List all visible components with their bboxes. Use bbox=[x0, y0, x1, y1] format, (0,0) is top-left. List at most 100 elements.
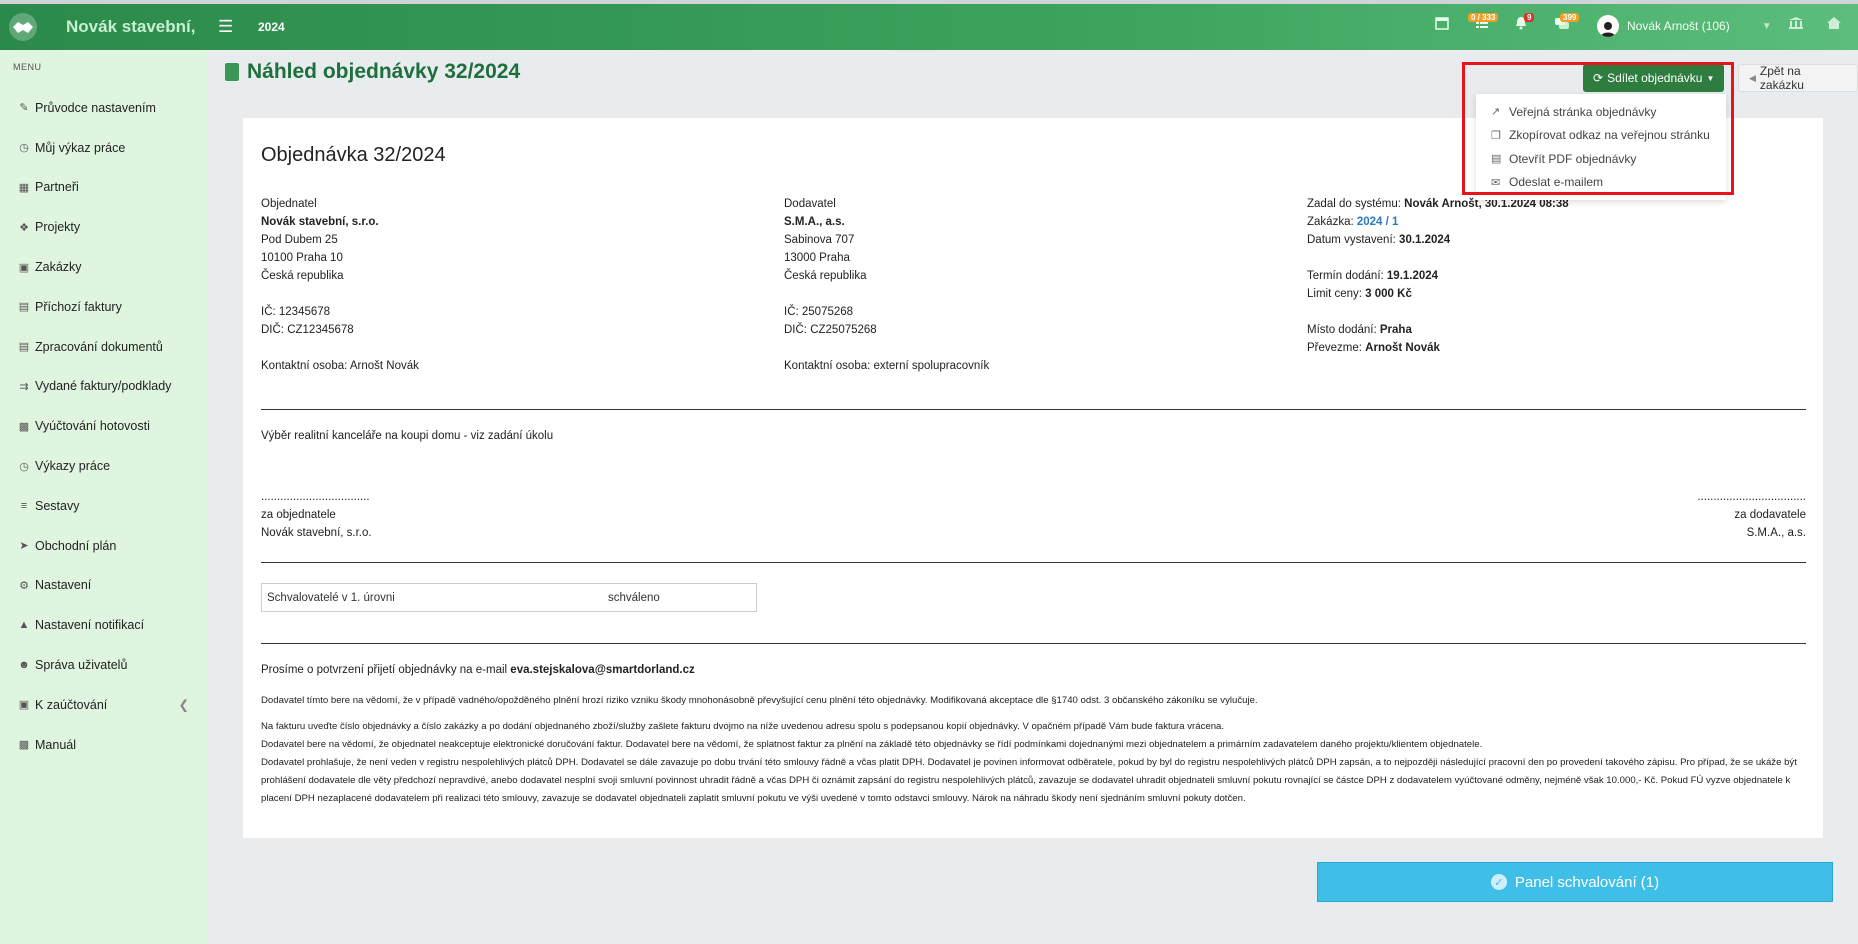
sidebar-item-label: Správa uživatelů bbox=[35, 658, 128, 673]
job-link[interactable]: 2024 / 1 bbox=[1357, 216, 1399, 228]
signature-line: .................................. bbox=[1697, 491, 1806, 503]
signature-name: Novák stavební, s.r.o. bbox=[261, 527, 372, 539]
legal-paragraph: Dodavatel bere na vědomí, že objednatel … bbox=[261, 739, 1483, 750]
sidebar-item-label: Vyúčtování hotovosti bbox=[35, 419, 150, 434]
dropdown-item-send-email[interactable]: ✉ Odeslat e-mailem bbox=[1476, 171, 1726, 195]
sidebar-item-settings[interactable]: ⚙ Nastavení bbox=[0, 566, 207, 606]
sidebar-item-label: Projekty bbox=[35, 220, 81, 235]
cubes-icon: ❖ bbox=[19, 221, 29, 234]
order-description: Výběr realitní kanceláře na koupi domu -… bbox=[261, 430, 554, 442]
dropdown-item-open-pdf[interactable]: ▤ Otevřít PDF objednávky bbox=[1476, 147, 1726, 171]
dropdown-item-label: Veřejná stránka objednávky bbox=[1509, 104, 1657, 119]
tasks-badge: 0 / 333 bbox=[1468, 13, 1499, 22]
supplier-city: 13000 Praha bbox=[784, 252, 850, 264]
dropdown-item-label: Zkopírovat odkaz na veřejnou stránku bbox=[1509, 128, 1710, 143]
confirm-text: Prosíme o potvrzení přijetí objednávky n… bbox=[261, 664, 511, 676]
approval-status: schváleno bbox=[608, 591, 660, 604]
messages-badge: 399 bbox=[1560, 13, 1580, 22]
caret-down-icon: ▼ bbox=[1706, 73, 1715, 83]
pencil-icon: ✎ bbox=[19, 102, 29, 115]
buyer-block: Objednatel Novák stavební, s.r.o. Pod Du… bbox=[261, 195, 419, 375]
job-label: Zakázka: bbox=[1307, 216, 1357, 228]
approval-level-label: Schvalovatelé v 1. úrovni bbox=[267, 591, 395, 604]
sidebar-item-reports[interactable]: ≡ Sestavy bbox=[0, 486, 207, 526]
supplier-street: Sabinova 707 bbox=[784, 234, 855, 246]
sidebar-item-cash-settlement[interactable]: ▩ Vyúčtování hotovosti bbox=[0, 406, 207, 446]
delivery-place: Místo dodání: Praha bbox=[1307, 321, 1569, 339]
document-icon bbox=[225, 63, 239, 81]
home-icon[interactable] bbox=[1826, 16, 1848, 38]
page-heading: Náhled objednávky 32/2024 bbox=[247, 60, 521, 83]
clock-icon: ◷ bbox=[19, 142, 29, 155]
check-circle-icon: ✓ bbox=[1490, 874, 1507, 890]
legal-terms: Dodavatel tímto bere na vědomí, že v pří… bbox=[261, 692, 1806, 808]
sidebar-item-projects[interactable]: ❖ Projekty bbox=[0, 207, 207, 247]
notifications-badge: 9 bbox=[1524, 13, 1535, 22]
bell-icon: ▲ bbox=[18, 619, 30, 632]
buyer-signature: .................................. za ob… bbox=[261, 488, 372, 542]
bank-icon[interactable] bbox=[1788, 16, 1810, 38]
envelope-icon: ✉ bbox=[1491, 176, 1501, 189]
sidebar-item-label: Zpracování dokumentů bbox=[35, 339, 163, 354]
calendar-icon[interactable] bbox=[1435, 16, 1457, 38]
sidebar-item-setup-wizard[interactable]: ✎ Průvodce nastavením bbox=[0, 88, 207, 128]
chart-icon: ≡ bbox=[20, 499, 28, 512]
supplier-country: Česká republika bbox=[784, 270, 867, 282]
buyer-street: Pod Dubem 25 bbox=[261, 234, 338, 246]
sidebar-item-label: Zakázky bbox=[35, 260, 82, 275]
dropdown-item-public-page[interactable]: ↗ Veřejná stránka objednávky bbox=[1476, 100, 1726, 124]
top-navbar: Novák stavební, ☰ 2024 0 / 333 9 399 Nov… bbox=[0, 4, 1858, 50]
sidebar-nav: ✎ Průvodce nastavením ◷ Můj výkaz práce ▦ P… bbox=[0, 88, 207, 765]
box-icon: ▣ bbox=[18, 261, 30, 274]
building-icon: ▦ bbox=[18, 181, 30, 194]
avatar bbox=[1597, 15, 1619, 37]
back-to-job-button[interactable]: ◀ Zpět na zakázku bbox=[1738, 64, 1858, 92]
price-label: Limit ceny: bbox=[1307, 288, 1366, 300]
sidebar-item-user-management[interactable]: ☻ Správa uživatelů bbox=[0, 645, 207, 685]
buyer-dic: DIČ: CZ12345678 bbox=[261, 324, 354, 336]
sidebar-item-document-processing[interactable]: ▤ Zpracování dokumentů bbox=[0, 327, 207, 367]
sidebar-item-incoming-invoices[interactable]: ▤ Příchozí faktury bbox=[0, 287, 207, 327]
folder-icon: ▣ bbox=[18, 699, 30, 712]
back-to-job-label: Zpět na zakázku bbox=[1759, 64, 1804, 92]
sidebar-item-my-timesheet[interactable]: ◷ Můj výkaz práce bbox=[0, 128, 207, 168]
entered-label: Zadal do systému: bbox=[1307, 198, 1405, 210]
sidebar-item-business-plan[interactable]: ➤ Obchodní plán bbox=[0, 526, 207, 566]
file-icon: ▤ bbox=[18, 301, 30, 314]
signature-label: za dodavatele bbox=[1734, 509, 1806, 521]
gears-icon: ⚙ bbox=[19, 579, 29, 592]
sidebar-item-to-accounting[interactable]: ▣ K zaúčtování ❮ bbox=[0, 685, 207, 725]
sidebar-item-jobs[interactable]: ▣ Zakázky bbox=[0, 247, 207, 287]
price-limit: Limit ceny: 3 000 Kč bbox=[1307, 285, 1569, 303]
supplier-signature: .................................. za do… bbox=[1697, 488, 1806, 542]
share-order-button[interactable]: ⟳ Sdílet objednávku ▼ bbox=[1583, 64, 1725, 92]
approval-panel-label: Panel schvalování (1) bbox=[1514, 873, 1660, 891]
menu-toggle-icon[interactable]: ☰ bbox=[218, 17, 233, 37]
user-menu[interactable]: Novák Arnošt (106) ▼ bbox=[1597, 15, 1772, 37]
buyer-label: Objednatel bbox=[261, 198, 317, 210]
sidebar-item-label: Manuál bbox=[35, 737, 76, 752]
user-name: Novák Arnošt (106) bbox=[1627, 19, 1730, 33]
brand-name[interactable]: Novák stavební, bbox=[66, 17, 195, 37]
dropdown-item-copy-link[interactable]: ❐ Zkopírovat odkaz na veřejnou stránku bbox=[1476, 124, 1726, 148]
sidebar-item-label: Nastavení bbox=[35, 578, 92, 593]
sidebar-item-partners[interactable]: ▦ Partneři bbox=[0, 168, 207, 208]
approval-panel-button[interactable]: ✓ Panel schvalování (1) bbox=[1317, 862, 1833, 902]
sidebar-item-timesheets[interactable]: ◷ Výkazy práce bbox=[0, 446, 207, 486]
receiver: Převezme: Arnošt Novák bbox=[1307, 339, 1569, 357]
sidebar-item-notification-settings[interactable]: ▲ Nastavení notifikací bbox=[0, 605, 207, 645]
handshake-logo-icon[interactable] bbox=[8, 12, 38, 42]
users-icon: ☻ bbox=[18, 659, 30, 672]
sidebar-item-manual[interactable]: ▩ Manuál bbox=[0, 725, 207, 765]
legal-paragraph: Dodavatel tímto bere na vědomí, že v pří… bbox=[261, 695, 1258, 706]
menu-caption: MENU bbox=[13, 62, 42, 72]
year-selector[interactable]: 2024 bbox=[258, 20, 285, 34]
signature-name: S.M.A., a.s. bbox=[1746, 527, 1806, 539]
dropdown-item-label: Odeslat e-mailem bbox=[1509, 175, 1604, 190]
supplier-contact: Kontaktní osoba: externí spolupracovník bbox=[784, 360, 990, 372]
clock-icon: ◷ bbox=[19, 460, 29, 473]
supplier-name: S.M.A., a.s. bbox=[784, 216, 845, 228]
main-content: Náhled objednávky 32/2024 ⟳ Sdílet objed… bbox=[207, 50, 1858, 944]
sidebar-item-issued-invoices[interactable]: ⇉ Vydané faktury/podklady bbox=[0, 367, 207, 407]
delivery-label: Termín dodání: bbox=[1307, 270, 1387, 282]
